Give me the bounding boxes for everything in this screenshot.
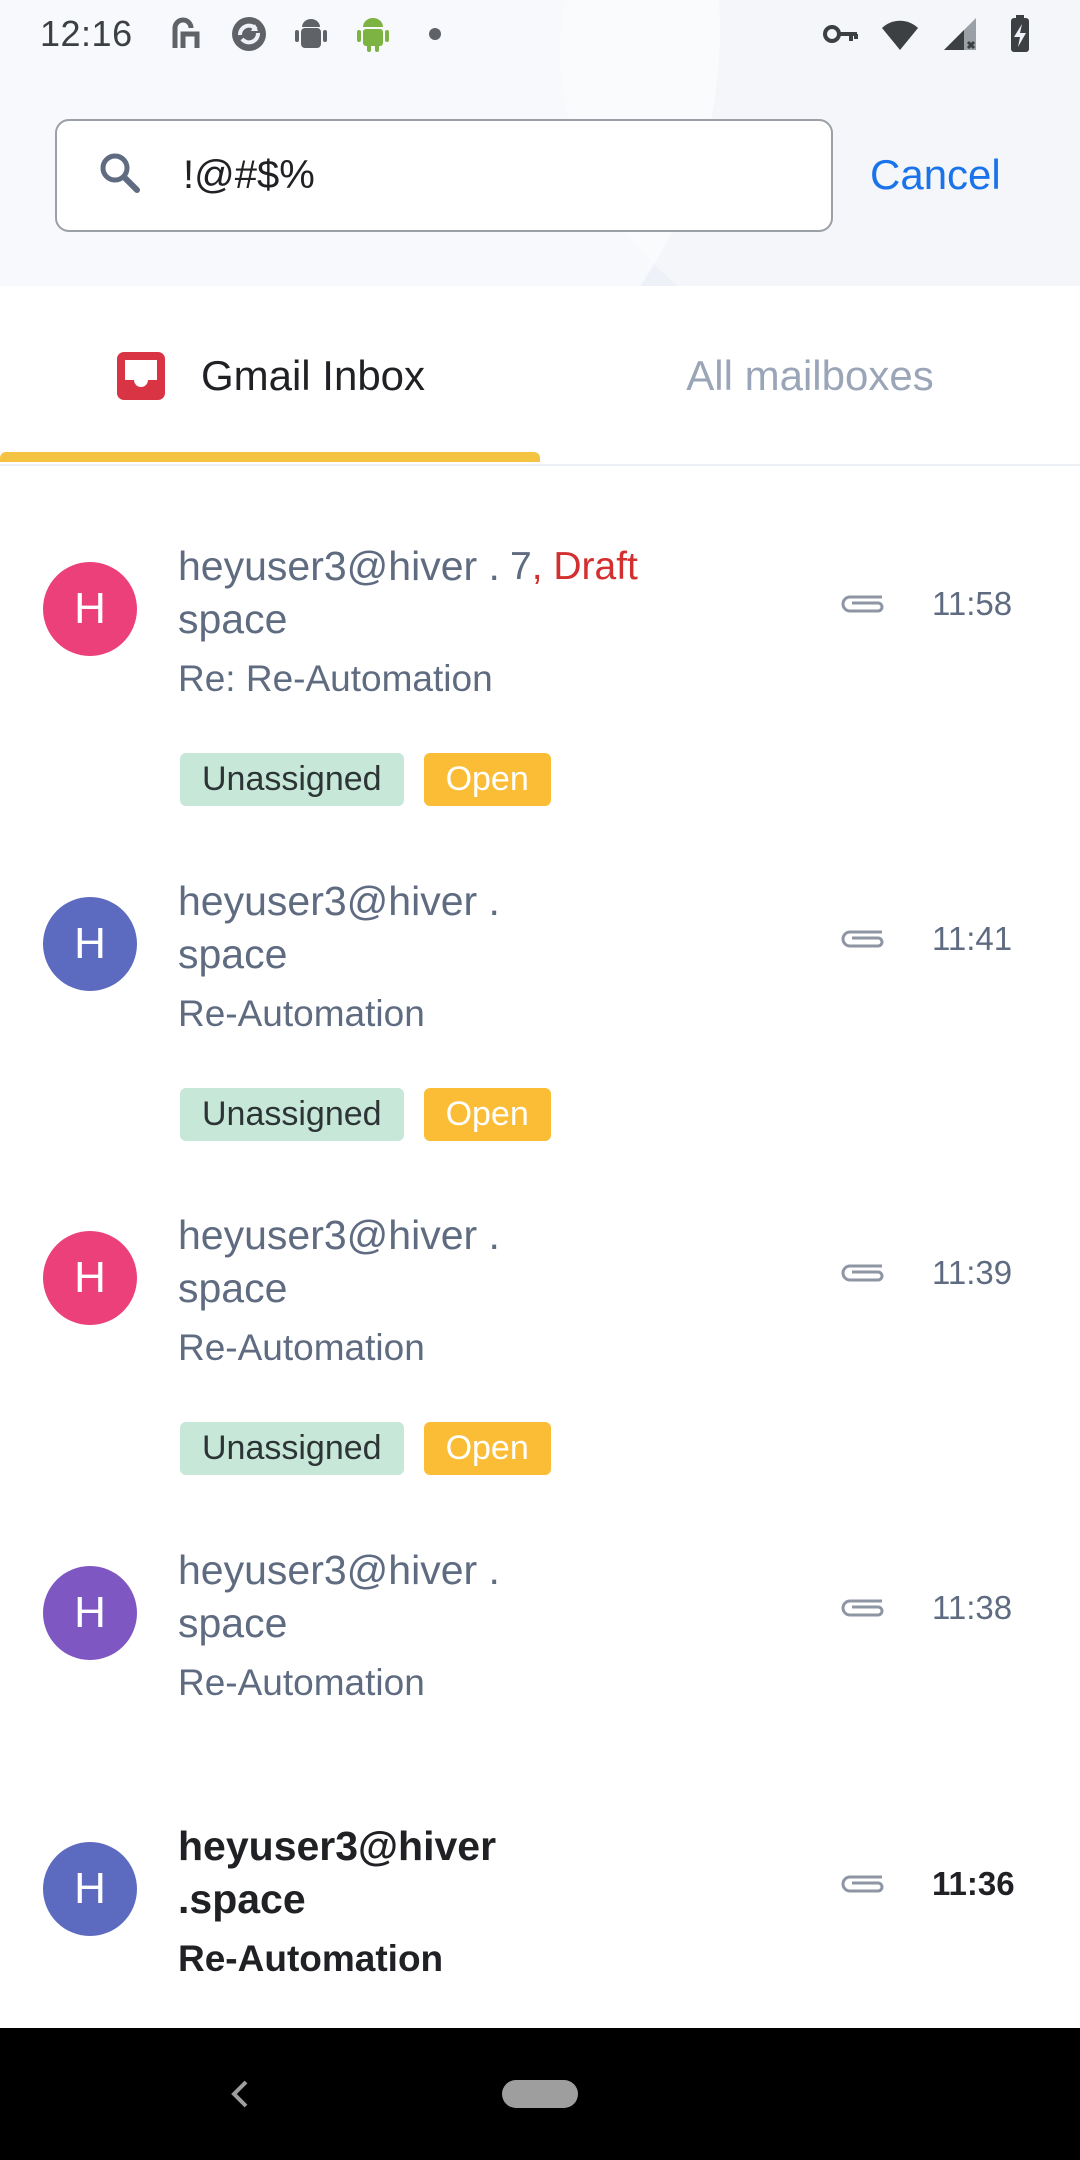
tab-label: All mailboxes xyxy=(686,352,934,399)
navigation-bar xyxy=(0,2028,1080,2160)
home-button[interactable] xyxy=(502,2080,578,2108)
mail-item[interactable]: H heyuser3@hiver .space 7, Draft Re: Re-… xyxy=(0,543,1080,816)
time: 11:38 xyxy=(932,1589,1013,1626)
android-debug-icon xyxy=(291,14,331,54)
back-button[interactable] xyxy=(220,2074,260,2114)
system-icons xyxy=(820,14,1040,54)
avatar: H xyxy=(43,1566,137,1660)
time: 11:58 xyxy=(932,585,1013,622)
tag-open: Open xyxy=(423,1088,551,1141)
vpn-key-icon xyxy=(820,14,860,54)
android-icon xyxy=(353,14,393,54)
tab-all-mailboxes[interactable]: All mailboxes xyxy=(540,286,1080,466)
tag-unassigned: Unassigned xyxy=(180,1422,404,1475)
subject: Re: Re-Automation xyxy=(178,658,493,699)
tag-open: Open xyxy=(423,753,551,806)
avatar-letter: H xyxy=(74,919,106,968)
attachment-icon xyxy=(838,1593,888,1623)
time: 11:39 xyxy=(932,1254,1013,1291)
status-time: 12:16 xyxy=(40,13,133,54)
sender: heyuser3@hiver .space xyxy=(178,1212,500,1311)
sender: heyuser3@hiver .space xyxy=(178,1823,497,1922)
subject: Re-Automation xyxy=(178,1327,425,1368)
avatar: H xyxy=(43,897,137,991)
time: 11:36 xyxy=(932,1865,1015,1902)
sender: heyuser3@hiver .space xyxy=(178,1547,500,1646)
hiver-icon xyxy=(167,14,207,54)
tag-unassigned: Unassigned xyxy=(180,1088,404,1141)
count: 7 xyxy=(510,545,532,588)
dot-icon xyxy=(415,14,455,54)
sender: heyuser3@hiver .space xyxy=(178,543,500,642)
tab-label: Gmail Inbox xyxy=(200,352,426,399)
notification-icons xyxy=(167,14,455,54)
avatar: H xyxy=(43,562,137,656)
subject: Re-Automation xyxy=(178,993,425,1034)
draft-label: Draft xyxy=(553,545,638,588)
attachment-icon xyxy=(838,1869,888,1899)
sender: heyuser3@hiver .space xyxy=(178,878,500,977)
avatar-letter: H xyxy=(74,1588,106,1637)
draft-separator: , xyxy=(531,545,554,588)
time: 11:41 xyxy=(932,920,1013,957)
avatar-letter: H xyxy=(74,1253,106,1302)
cancel-button[interactable]: Cancel xyxy=(870,140,1001,210)
tab-gmail-inbox[interactable]: Gmail Inbox xyxy=(0,286,540,466)
back-chevron-icon xyxy=(231,2080,248,2108)
mail-item[interactable]: H heyuser3@hiver .space Re-Automation 11… xyxy=(0,1823,1080,2026)
status-bar: 12:16 xyxy=(0,0,1080,68)
active-tab-indicator xyxy=(0,452,540,462)
mailbox-tabs: Gmail Inbox All mailboxes xyxy=(0,286,1080,466)
tag-open: Open xyxy=(423,1422,551,1475)
avatar-letter: H xyxy=(74,1864,106,1913)
message-count: 7, Draft xyxy=(510,540,638,593)
subject: Re-Automation xyxy=(178,1662,425,1703)
subject: Re-Automation xyxy=(178,1938,444,1979)
search-icon xyxy=(95,148,145,203)
mail-item[interactable]: H heyuser3@hiver .space Re-Automation 11… xyxy=(0,1212,1080,1485)
attachment-icon xyxy=(838,1258,888,1288)
mail-item[interactable]: H heyuser3@hiver .space Re-Automation 11… xyxy=(0,1547,1080,1750)
tags: Unassigned Open xyxy=(180,1422,551,1475)
search-box[interactable] xyxy=(55,119,833,232)
avatar-letter: H xyxy=(74,584,106,633)
inbox-icon xyxy=(115,350,167,402)
attachment-icon xyxy=(838,589,888,619)
attachment-icon xyxy=(838,924,888,954)
signal-icon xyxy=(940,14,980,54)
avatar: H xyxy=(43,1231,137,1325)
tags: Unassigned Open xyxy=(180,1088,551,1141)
tag-unassigned: Unassigned xyxy=(180,753,404,806)
mail-item[interactable]: H heyuser3@hiver .space Re-Automation 11… xyxy=(0,878,1080,1151)
search-input[interactable] xyxy=(183,153,783,198)
sync-icon xyxy=(229,14,269,54)
battery-charging-icon xyxy=(1000,14,1040,54)
avatar: H xyxy=(43,1842,137,1936)
tags: Unassigned Open xyxy=(180,753,551,806)
wifi-icon xyxy=(880,14,920,54)
